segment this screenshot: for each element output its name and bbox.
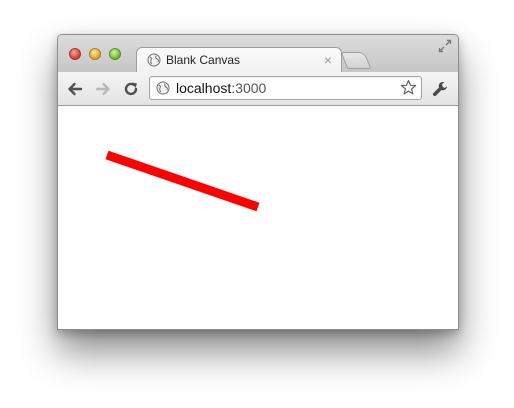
tab-strip: Blank Canvas × [58,35,458,73]
tab-blank-canvas[interactable]: Blank Canvas × [136,47,342,73]
toolbar: localhost:3000 [58,72,458,106]
url-host: localhost [176,80,232,96]
drawing-canvas[interactable] [58,106,458,329]
zoom-window-button[interactable] [109,48,121,60]
page-content[interactable] [58,106,458,329]
browser-window: Blank Canvas × localhost:3000 [57,34,459,330]
url-text[interactable]: localhost:3000 [176,80,266,96]
globe-icon [156,81,170,95]
tab-close-icon[interactable]: × [324,51,332,69]
star-icon[interactable] [400,79,417,96]
fullscreen-icon[interactable] [438,39,452,53]
back-arrow-icon[interactable] [66,80,84,98]
minimize-window-button[interactable] [89,48,101,60]
address-bar[interactable]: localhost:3000 [149,76,422,100]
reload-icon[interactable] [122,80,140,98]
tab-title: Blank Canvas [166,53,241,67]
globe-icon [147,53,161,67]
red-line-stroke [105,150,260,212]
close-window-button[interactable] [69,48,81,60]
wrench-icon[interactable] [431,80,449,98]
forward-arrow-icon[interactable] [94,80,112,98]
new-tab-button[interactable] [340,52,372,69]
url-port: :3000 [231,80,267,96]
